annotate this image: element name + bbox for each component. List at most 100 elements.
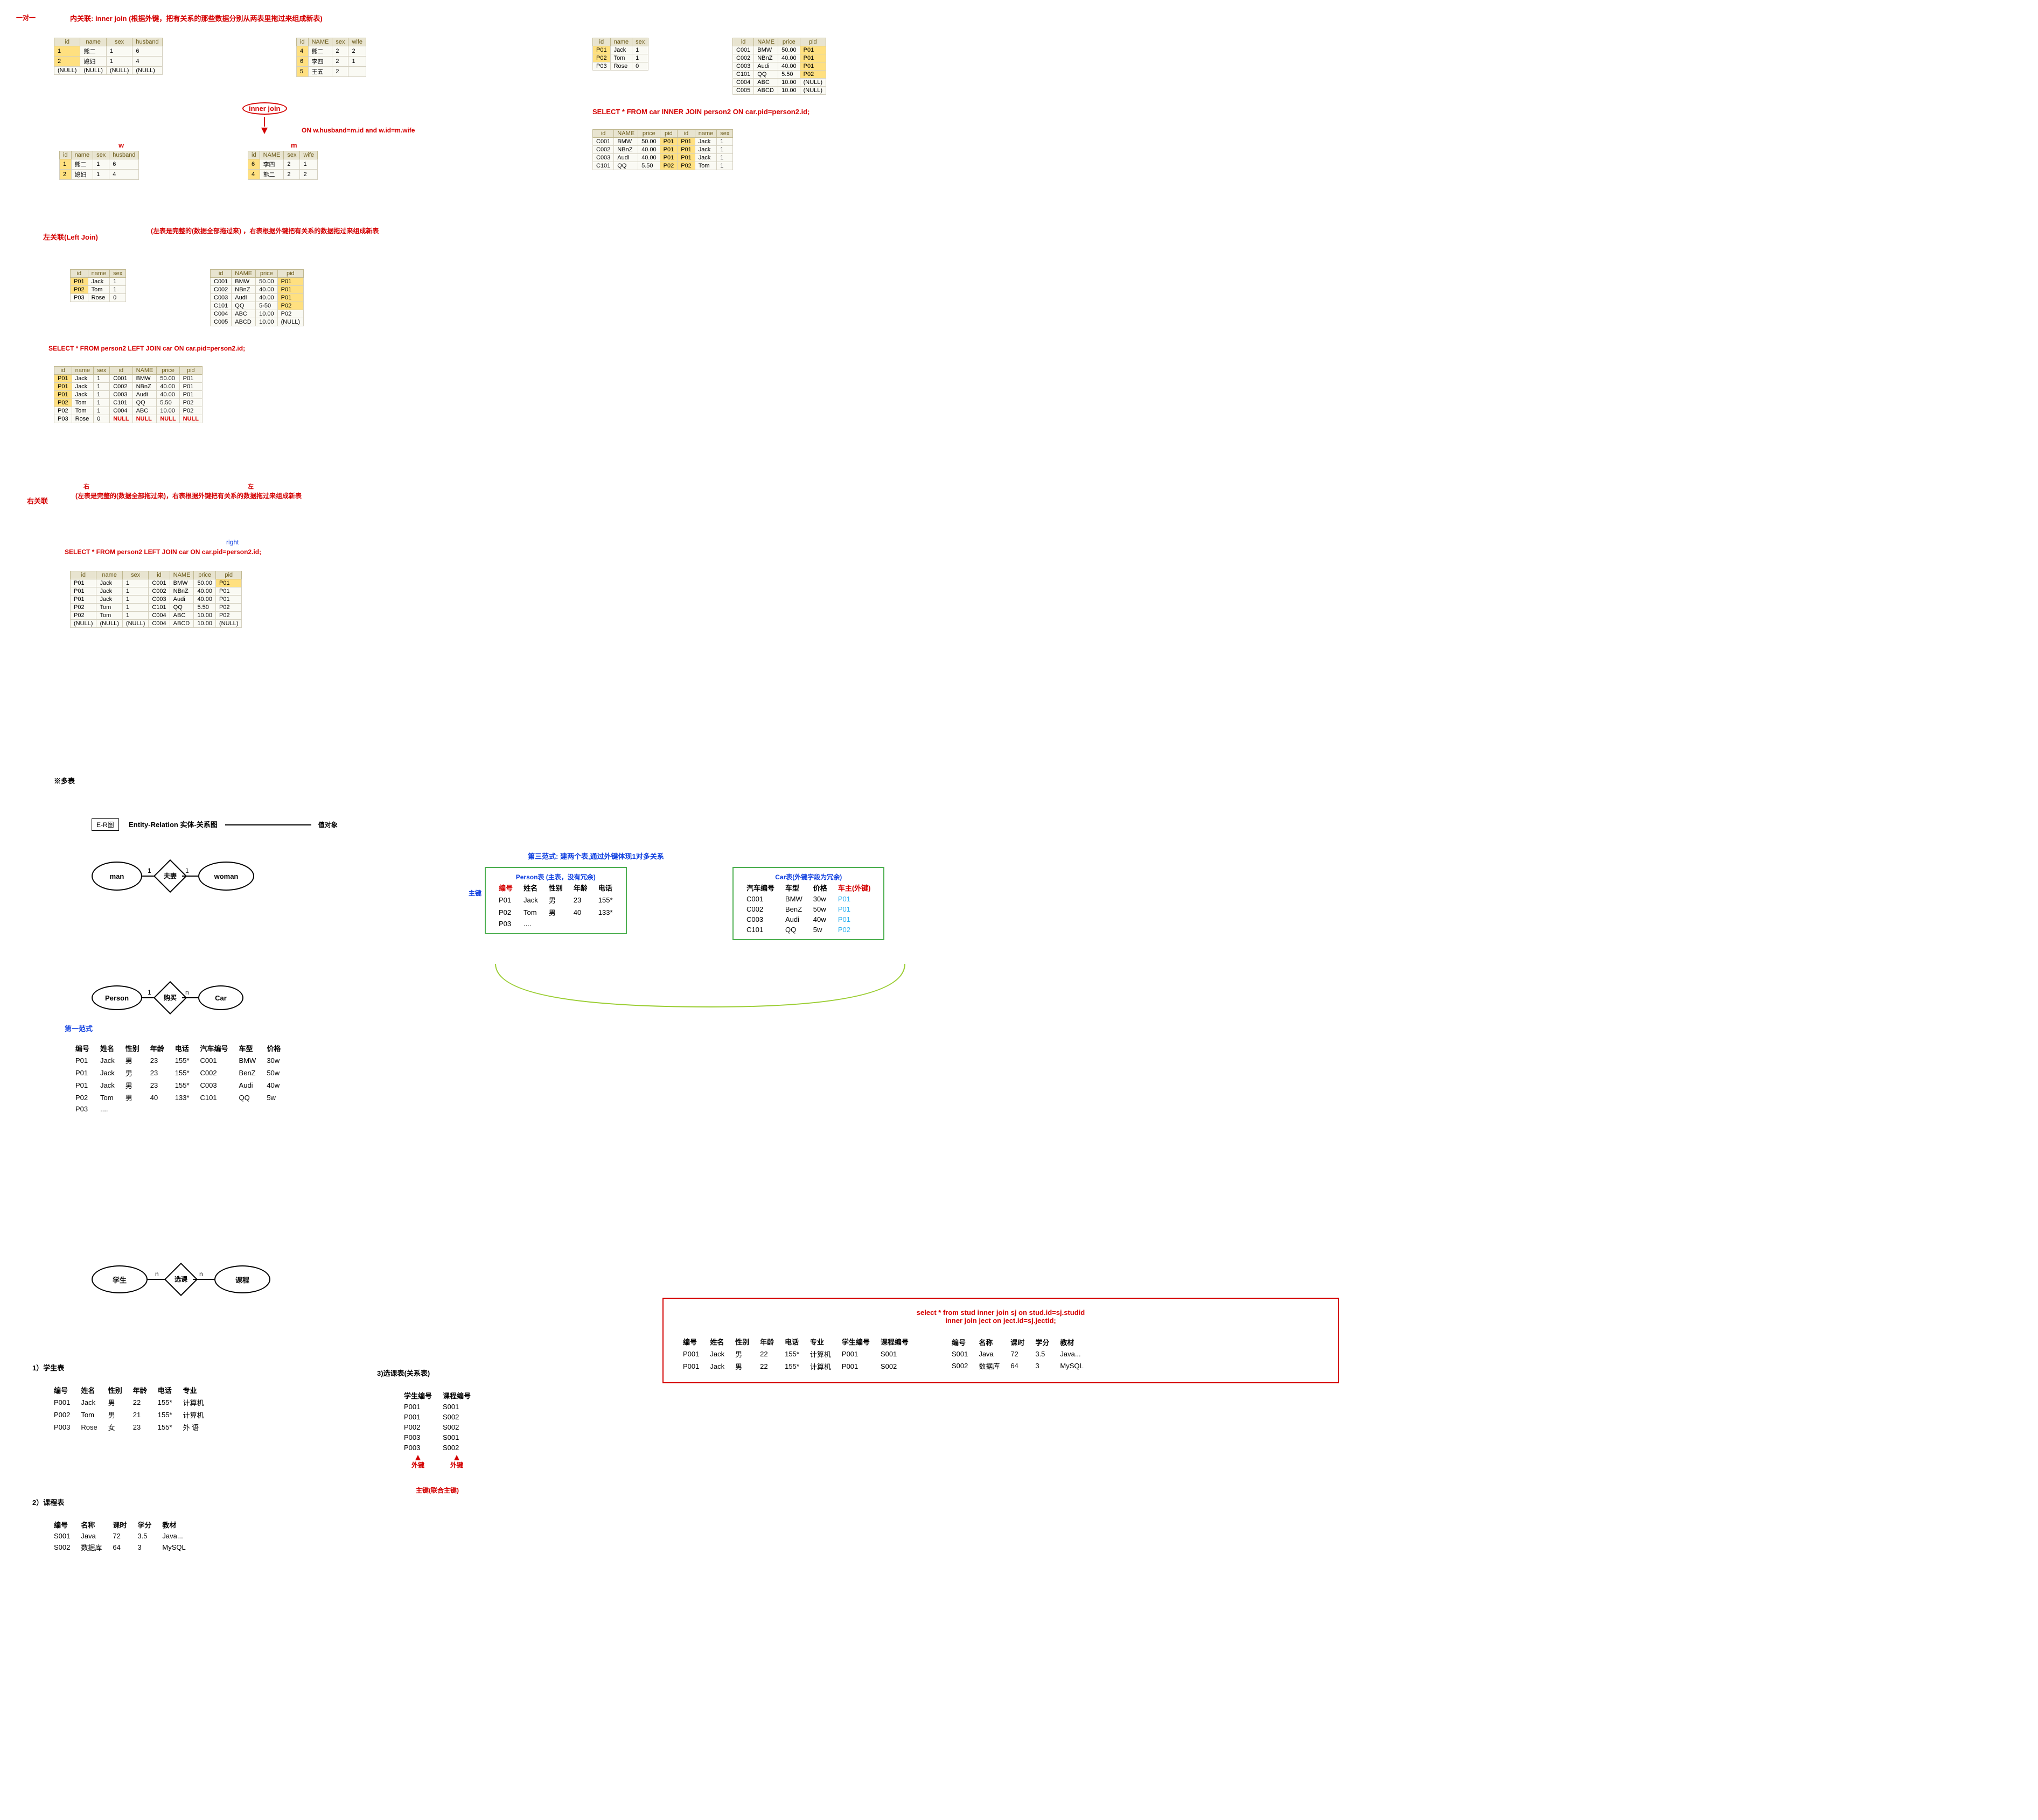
right-little-l: 左 — [248, 482, 254, 491]
th: id — [297, 38, 309, 46]
td: P01 — [660, 154, 678, 162]
td: 男 — [120, 1067, 145, 1079]
td: 男 — [103, 1409, 128, 1421]
td: MySQL — [157, 1541, 191, 1553]
cardinality-one: 1 — [148, 989, 151, 996]
table-m: id NAME sex wife 4熊二22 6李四21 5王五2 — [296, 38, 366, 77]
td: QQ — [170, 604, 194, 612]
td: 64 — [107, 1541, 132, 1553]
left-sql: SELECT * FROM person2 LEFT JOIN car ON c… — [48, 345, 245, 352]
multi-table-heading: ※多表 — [54, 775, 75, 786]
td: 媳妇 — [80, 57, 106, 67]
td: P03 — [71, 294, 88, 302]
td: Jack — [704, 1360, 730, 1373]
td: (NULL) — [132, 67, 162, 75]
td: 6 — [132, 46, 162, 57]
td: 40.00 — [256, 286, 278, 294]
th: sex — [106, 38, 132, 46]
th: 汽车编号 — [741, 881, 780, 894]
td: P01 — [70, 1067, 95, 1079]
td: 50w — [808, 904, 833, 914]
th: id — [678, 130, 695, 138]
td: P03 — [493, 919, 518, 929]
th: id — [54, 367, 72, 375]
td: P01 — [277, 286, 303, 294]
th: pid — [660, 130, 678, 138]
td: 40 — [145, 1091, 170, 1104]
td: P01 — [70, 1054, 95, 1067]
td: 5 — [297, 67, 309, 77]
td: QQ — [614, 162, 638, 170]
td: Jack — [95, 1067, 120, 1079]
td: C101 — [733, 71, 754, 79]
th: 汽车编号 — [195, 1042, 234, 1054]
td: C003 — [195, 1079, 234, 1091]
th: 年龄 — [568, 881, 593, 894]
td: P01 — [277, 278, 303, 286]
td: 155* — [593, 894, 618, 906]
td: 4 — [109, 170, 139, 180]
td: BMW — [234, 1054, 262, 1067]
td: 21 — [128, 1409, 152, 1421]
er-man-woman: man 1 夫妻 1 woman — [92, 862, 254, 891]
td: 1 — [94, 407, 110, 415]
th: 电话 — [779, 1335, 805, 1348]
th: 课程编号 — [437, 1389, 476, 1402]
td: 1 — [717, 146, 733, 154]
td: 1 — [122, 604, 148, 612]
td: P02 — [71, 612, 96, 620]
td: 2 — [60, 170, 72, 180]
td: Java... — [157, 1531, 191, 1541]
td: 男 — [543, 906, 568, 919]
entity-car: Car — [198, 985, 243, 1010]
td: 5.50 — [194, 604, 216, 612]
td: 男 — [120, 1079, 145, 1091]
m-label: m — [291, 141, 297, 149]
inner-join-title: 内关联: inner join (根据外键，把有关系的那些数据分别从两表里拖过来… — [70, 13, 323, 23]
td: S002 — [875, 1360, 914, 1373]
td: Jack — [96, 596, 122, 604]
td: P01 — [71, 579, 96, 587]
th: name — [610, 38, 632, 46]
th: 专业 — [178, 1384, 210, 1396]
td: NULL — [132, 415, 157, 423]
td: (NULL) — [800, 87, 826, 95]
td: P01 — [833, 914, 876, 925]
join-result-left: 编号姓名性别年龄电话专业学生编号课程编号 P001Jack男22155*计算机P… — [678, 1335, 914, 1373]
td: Jack — [96, 579, 122, 587]
td: C003 — [741, 914, 780, 925]
td: ABC — [232, 310, 256, 318]
th: 姓名 — [704, 1335, 730, 1348]
td: S001 — [48, 1531, 75, 1541]
td: 5-50 — [256, 302, 278, 310]
on-clause: ON w.husband=m.id and w.id=m.wife — [302, 127, 415, 134]
td: 40.00 — [778, 54, 800, 62]
td: BMW — [132, 375, 157, 383]
th: id — [593, 130, 614, 138]
td: P001 — [678, 1348, 704, 1360]
td: P01 — [800, 62, 826, 71]
th: price — [778, 38, 800, 46]
td: P01 — [71, 587, 96, 596]
td: P01 — [215, 579, 241, 587]
td: Jack — [695, 146, 717, 154]
th: price — [256, 270, 278, 278]
join-result-right: 编号名称课时学分教材 S001Java723.5Java... S002数据库6… — [946, 1335, 1089, 1373]
td: 155* — [170, 1067, 195, 1079]
td: Java — [75, 1531, 107, 1541]
td: 男 — [120, 1091, 145, 1104]
td: Jack — [88, 278, 110, 286]
td: 40.00 — [778, 62, 800, 71]
course-table: 编号名称课时学分教材 S001Java723.5Java... S002数据库6… — [48, 1518, 191, 1553]
td: C005 — [211, 318, 232, 326]
inner-sql: SELECT * FROM car INNER JOIN person2 ON … — [592, 108, 809, 116]
inner-join-result-left: id name sex husband 1熊二16 2媳妇14 — [59, 151, 139, 180]
td: 1 — [110, 286, 126, 294]
right-join-desc: (左表是完整的(数据全部拖过来)，右表根据外键把有关系的数据拖过来组成新表 — [75, 491, 420, 500]
td: 155* — [170, 1079, 195, 1091]
th: 教材 — [1055, 1335, 1088, 1348]
th: name — [96, 571, 122, 579]
td: 40w — [261, 1079, 286, 1091]
td: BMW — [780, 894, 808, 904]
td: 1 — [60, 159, 72, 170]
